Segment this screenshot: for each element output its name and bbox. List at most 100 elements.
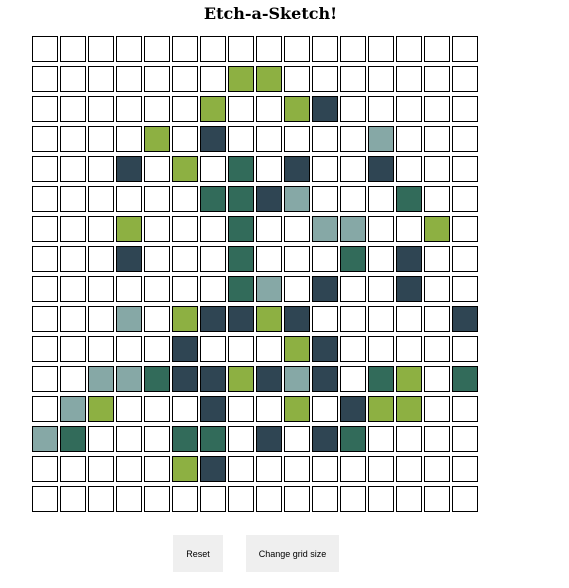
grid-cell[interactable] [368,486,394,512]
grid-cell[interactable] [60,276,86,302]
grid-cell[interactable] [424,216,450,242]
grid-cell[interactable] [60,186,86,212]
grid-cell[interactable] [200,426,226,452]
grid-cell[interactable] [228,306,254,332]
grid-cell[interactable] [452,36,478,62]
grid-cell[interactable] [88,426,114,452]
grid-cell[interactable] [340,336,366,362]
grid-cell[interactable] [312,306,338,332]
grid-cell[interactable] [396,96,422,122]
grid-cell[interactable] [340,126,366,152]
grid-cell[interactable] [340,396,366,422]
grid-cell[interactable] [88,306,114,332]
grid-cell[interactable] [396,456,422,482]
grid-cell[interactable] [144,126,170,152]
grid-cell[interactable] [340,246,366,272]
grid-cell[interactable] [452,486,478,512]
grid-cell[interactable] [116,456,142,482]
grid-cell[interactable] [256,156,282,182]
grid-cell[interactable] [312,126,338,152]
grid-cell[interactable] [116,156,142,182]
grid-cell[interactable] [200,306,226,332]
grid-cell[interactable] [116,306,142,332]
grid-cell[interactable] [32,336,58,362]
grid-cell[interactable] [396,426,422,452]
grid-cell[interactable] [144,36,170,62]
grid-cell[interactable] [424,306,450,332]
grid-cell[interactable] [228,216,254,242]
grid-cell[interactable] [452,186,478,212]
grid-cell[interactable] [424,426,450,452]
grid-cell[interactable] [312,246,338,272]
grid-cell[interactable] [172,426,198,452]
grid-cell[interactable] [32,426,58,452]
grid-cell[interactable] [396,306,422,332]
grid-cell[interactable] [60,246,86,272]
grid-cell[interactable] [284,456,310,482]
grid-cell[interactable] [256,36,282,62]
grid-cell[interactable] [200,336,226,362]
grid-cell[interactable] [116,66,142,92]
grid-cell[interactable] [256,216,282,242]
grid-cell[interactable] [340,426,366,452]
grid-cell[interactable] [396,36,422,62]
grid-cell[interactable] [60,366,86,392]
grid-cell[interactable] [256,336,282,362]
grid-cell[interactable] [452,336,478,362]
grid-cell[interactable] [256,126,282,152]
grid-cell[interactable] [228,336,254,362]
grid-cell[interactable] [116,126,142,152]
grid-cell[interactable] [172,36,198,62]
grid-cell[interactable] [172,336,198,362]
grid-cell[interactable] [340,186,366,212]
grid-cell[interactable] [396,126,422,152]
grid-cell[interactable] [88,246,114,272]
grid-cell[interactable] [228,126,254,152]
grid-cell[interactable] [340,306,366,332]
grid-cell[interactable] [144,96,170,122]
grid-cell[interactable] [88,126,114,152]
grid-cell[interactable] [340,276,366,302]
grid-cell[interactable] [116,96,142,122]
grid-cell[interactable] [32,456,58,482]
grid-cell[interactable] [340,366,366,392]
grid-cell[interactable] [200,186,226,212]
grid-cell[interactable] [172,186,198,212]
grid-cell[interactable] [340,486,366,512]
grid-cell[interactable] [256,366,282,392]
grid-cell[interactable] [424,336,450,362]
grid-cell[interactable] [452,426,478,452]
grid-cell[interactable] [172,156,198,182]
grid-cell[interactable] [32,126,58,152]
grid-cell[interactable] [88,216,114,242]
grid-cell[interactable] [200,246,226,272]
grid-cell[interactable] [144,246,170,272]
grid-cell[interactable] [368,36,394,62]
grid-cell[interactable] [368,456,394,482]
grid-cell[interactable] [228,186,254,212]
grid-cell[interactable] [368,426,394,452]
grid-cell[interactable] [228,36,254,62]
grid-cell[interactable] [200,396,226,422]
grid-cell[interactable] [228,276,254,302]
grid-cell[interactable] [396,156,422,182]
grid-cell[interactable] [32,36,58,62]
grid-cell[interactable] [256,486,282,512]
grid-cell[interactable] [340,36,366,62]
grid-cell[interactable] [452,306,478,332]
grid-cell[interactable] [368,186,394,212]
grid-cell[interactable] [256,426,282,452]
grid-cell[interactable] [200,366,226,392]
grid-cell[interactable] [284,126,310,152]
grid-cell[interactable] [396,186,422,212]
grid-cell[interactable] [452,246,478,272]
grid-cell[interactable] [340,96,366,122]
grid-cell[interactable] [60,156,86,182]
grid-cell[interactable] [284,426,310,452]
grid-cell[interactable] [144,306,170,332]
grid-cell[interactable] [312,336,338,362]
grid-cell[interactable] [60,396,86,422]
grid-cell[interactable] [424,366,450,392]
grid-cell[interactable] [144,336,170,362]
grid-cell[interactable] [256,186,282,212]
